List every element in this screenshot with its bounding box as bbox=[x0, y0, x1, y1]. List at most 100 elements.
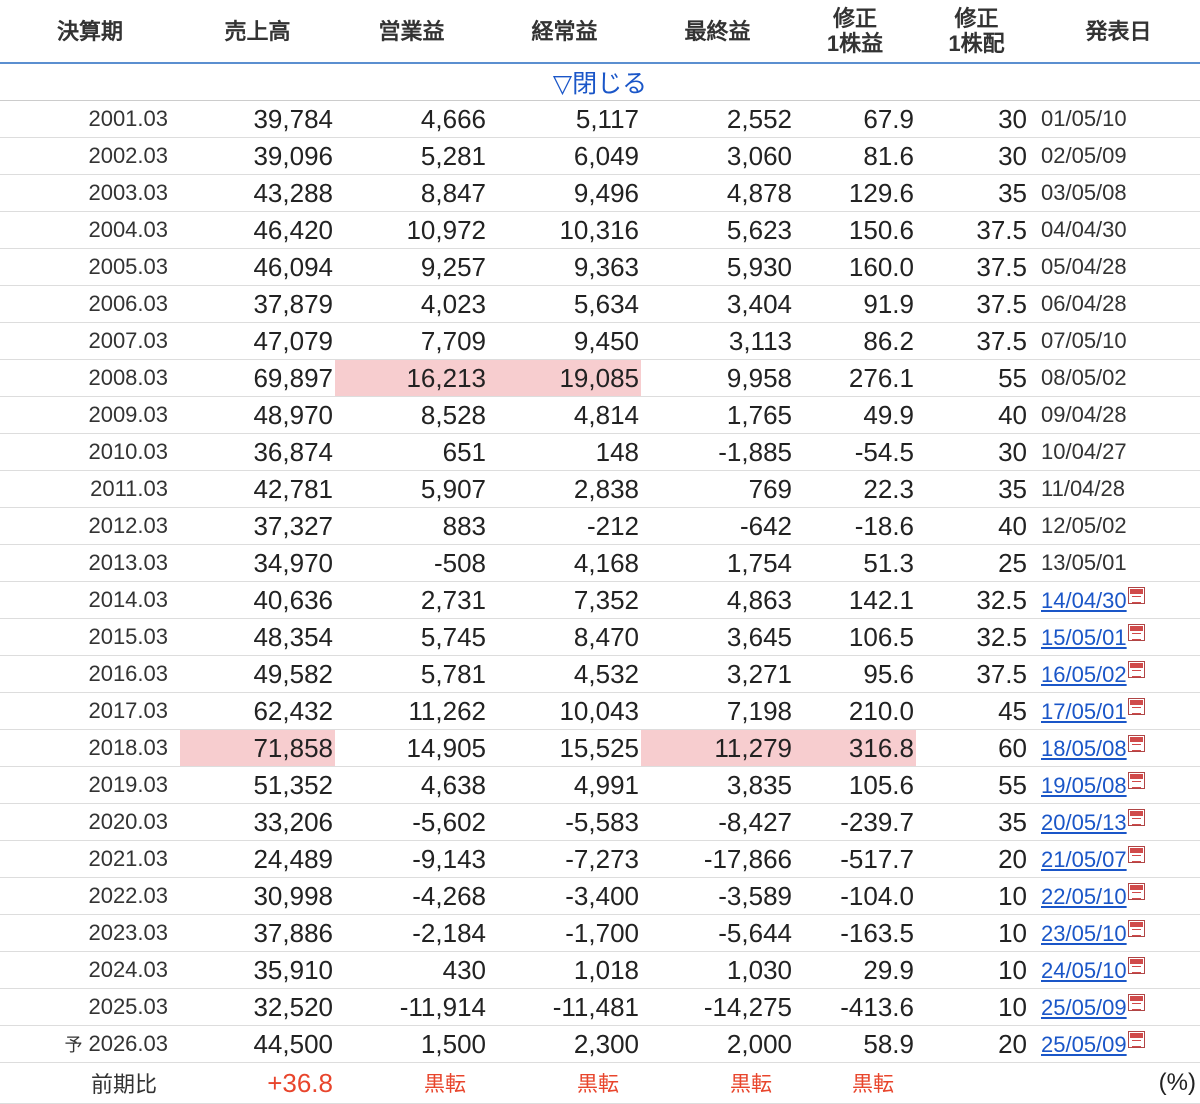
period-text: 2003.03 bbox=[88, 180, 168, 205]
compare-ordinary-profit: 黒転 bbox=[488, 1062, 641, 1104]
cell-net-profit: 769 bbox=[641, 470, 794, 508]
cell-net-profit: 4,878 bbox=[641, 174, 794, 212]
cell-dividend: 10 bbox=[916, 914, 1037, 952]
announce-date-link[interactable]: 16/05/02 bbox=[1041, 662, 1127, 687]
cell-operating-profit: 16,213 bbox=[335, 359, 488, 397]
period-text: 2012.03 bbox=[88, 513, 168, 538]
cell-eps: 58.9 bbox=[794, 1025, 916, 1063]
pdf-icon[interactable] bbox=[1127, 808, 1145, 826]
cell-announce-date: 14/04/30 bbox=[1037, 581, 1200, 619]
cell-operating-profit: 11,262 bbox=[335, 692, 488, 730]
cell-eps: 49.9 bbox=[794, 396, 916, 434]
pdf-icon[interactable] bbox=[1127, 956, 1145, 974]
pdf-icon[interactable] bbox=[1127, 882, 1145, 900]
table-row: 2001.03 39,784 4,666 5,117 2,552 67.9 30 01/05/… bbox=[0, 100, 1200, 138]
table-row: 2022.03 30,998 -4,268 -3,400 -3,589 -104.0 10 2… bbox=[0, 877, 1200, 915]
announce-date-link[interactable]: 14/04/30 bbox=[1041, 588, 1127, 613]
pdf-icon[interactable] bbox=[1127, 697, 1145, 715]
cell-period: 2022.03 bbox=[0, 877, 180, 915]
cell-operating-profit: 5,745 bbox=[335, 618, 488, 656]
header-row: 決算期 売上高 営業益 経常益 最終益 修正 1株益 修正 1株配 発表日 bbox=[0, 0, 1200, 64]
announce-date-link[interactable]: 22/05/10 bbox=[1041, 884, 1127, 909]
cell-net-profit: 11,279 bbox=[641, 729, 794, 767]
cell-dividend: 37.5 bbox=[916, 285, 1037, 323]
cell-sales: 40,636 bbox=[180, 581, 335, 619]
cell-dividend: 37.5 bbox=[916, 655, 1037, 693]
period-text: 2015.03 bbox=[88, 624, 168, 649]
cell-sales: 33,206 bbox=[180, 803, 335, 841]
cell-dividend: 35 bbox=[916, 803, 1037, 841]
table-row: 2014.03 40,636 2,731 7,352 4,863 142.1 32.5 14/… bbox=[0, 581, 1200, 619]
announce-date-link[interactable]: 24/05/10 bbox=[1041, 958, 1127, 983]
announce-date-link[interactable]: 23/05/10 bbox=[1041, 921, 1127, 946]
cell-net-profit: 2,552 bbox=[641, 100, 794, 138]
period-text: 2010.03 bbox=[88, 439, 168, 464]
announce-date-text: 13/05/01 bbox=[1041, 550, 1127, 575]
cell-announce-date: 13/05/01 bbox=[1037, 544, 1200, 582]
cell-ordinary-profit: 4,991 bbox=[488, 766, 641, 804]
announce-date-link[interactable]: 18/05/08 bbox=[1041, 736, 1127, 761]
period-text: 2017.03 bbox=[88, 698, 168, 723]
pdf-icon[interactable] bbox=[1127, 919, 1145, 937]
announce-date-text: 12/05/02 bbox=[1041, 513, 1127, 538]
announce-date-link[interactable]: 21/05/07 bbox=[1041, 847, 1127, 872]
cell-dividend: 37.5 bbox=[916, 322, 1037, 360]
period-text: 2021.03 bbox=[88, 846, 168, 871]
cell-ordinary-profit: 8,470 bbox=[488, 618, 641, 656]
cell-dividend: 32.5 bbox=[916, 618, 1037, 656]
table-row: 2021.03 24,489 -9,143 -7,273 -17,866 -517.7 20… bbox=[0, 840, 1200, 878]
cell-net-profit: 7,198 bbox=[641, 692, 794, 730]
cell-eps: -104.0 bbox=[794, 877, 916, 915]
cell-period: 2004.03 bbox=[0, 211, 180, 249]
table-row: 2009.03 48,970 8,528 4,814 1,765 49.9 40 09/04/… bbox=[0, 396, 1200, 434]
cell-eps: 22.3 bbox=[794, 470, 916, 508]
pdf-icon[interactable] bbox=[1127, 771, 1145, 789]
pdf-icon[interactable] bbox=[1127, 623, 1145, 641]
cell-sales: 49,582 bbox=[180, 655, 335, 693]
pdf-icon[interactable] bbox=[1127, 660, 1145, 678]
cell-net-profit: 3,271 bbox=[641, 655, 794, 693]
cell-announce-date: 11/04/28 bbox=[1037, 470, 1200, 508]
cell-announce-date: 07/05/10 bbox=[1037, 322, 1200, 360]
cell-ordinary-profit: 2,838 bbox=[488, 470, 641, 508]
announce-date-link[interactable]: 15/05/01 bbox=[1041, 625, 1127, 650]
announce-date-link[interactable]: 19/05/08 bbox=[1041, 773, 1127, 798]
cell-dividend: 55 bbox=[916, 766, 1037, 804]
cell-dividend: 35 bbox=[916, 174, 1037, 212]
table-row: 2018.03 71,858 14,905 15,525 11,279 316.8 60 18… bbox=[0, 729, 1200, 767]
cell-ordinary-profit: 10,316 bbox=[488, 211, 641, 249]
header-announce-date: 発表日 bbox=[1037, 0, 1200, 64]
pdf-icon[interactable] bbox=[1127, 1030, 1145, 1048]
announce-date-link[interactable]: 17/05/01 bbox=[1041, 699, 1127, 724]
cell-net-profit: 1,754 bbox=[641, 544, 794, 582]
cell-operating-profit: 5,281 bbox=[335, 137, 488, 175]
pdf-icon[interactable] bbox=[1127, 734, 1145, 752]
table-row: 2008.03 69,897 16,213 19,085 9,958 276.1 55 08/… bbox=[0, 359, 1200, 397]
announce-date-link[interactable]: 20/05/13 bbox=[1041, 810, 1127, 835]
table-row: 2002.03 39,096 5,281 6,049 3,060 81.6 30 02/05/… bbox=[0, 137, 1200, 175]
cell-announce-date: 21/05/07 bbox=[1037, 840, 1200, 878]
pdf-icon[interactable] bbox=[1127, 586, 1145, 604]
cell-period: 2001.03 bbox=[0, 100, 180, 138]
earnings-table: 決算期 売上高 営業益 経常益 最終益 修正 1株益 修正 1株配 発表日 ▽閉じる… bbox=[0, 0, 1200, 1104]
cell-period: 2009.03 bbox=[0, 396, 180, 434]
cell-dividend: 10 bbox=[916, 951, 1037, 989]
cell-eps: 95.6 bbox=[794, 655, 916, 693]
table-row: 2024.03 35,910 430 1,018 1,030 29.9 10 24/05/10 bbox=[0, 951, 1200, 989]
collapse-toggle-button[interactable]: ▽閉じる bbox=[0, 63, 1200, 101]
period-text: 2011.03 bbox=[90, 476, 168, 501]
announce-date-link[interactable]: 25/05/09 bbox=[1041, 1032, 1127, 1057]
cell-net-profit: -17,866 bbox=[641, 840, 794, 878]
pdf-icon[interactable] bbox=[1127, 993, 1145, 1011]
pdf-icon[interactable] bbox=[1127, 845, 1145, 863]
cell-period: 2007.03 bbox=[0, 322, 180, 360]
compare-label: 前期比 bbox=[0, 1062, 180, 1104]
cell-period: 2006.03 bbox=[0, 285, 180, 323]
period-text: 2023.03 bbox=[88, 920, 168, 945]
announce-date-link[interactable]: 25/05/09 bbox=[1041, 995, 1127, 1020]
cell-announce-date: 10/04/27 bbox=[1037, 433, 1200, 471]
table-body: 2001.03 39,784 4,666 5,117 2,552 67.9 30 01/05/… bbox=[0, 100, 1200, 1063]
cell-operating-profit: 8,528 bbox=[335, 396, 488, 434]
cell-eps: 129.6 bbox=[794, 174, 916, 212]
period-text: 2016.03 bbox=[88, 661, 168, 686]
